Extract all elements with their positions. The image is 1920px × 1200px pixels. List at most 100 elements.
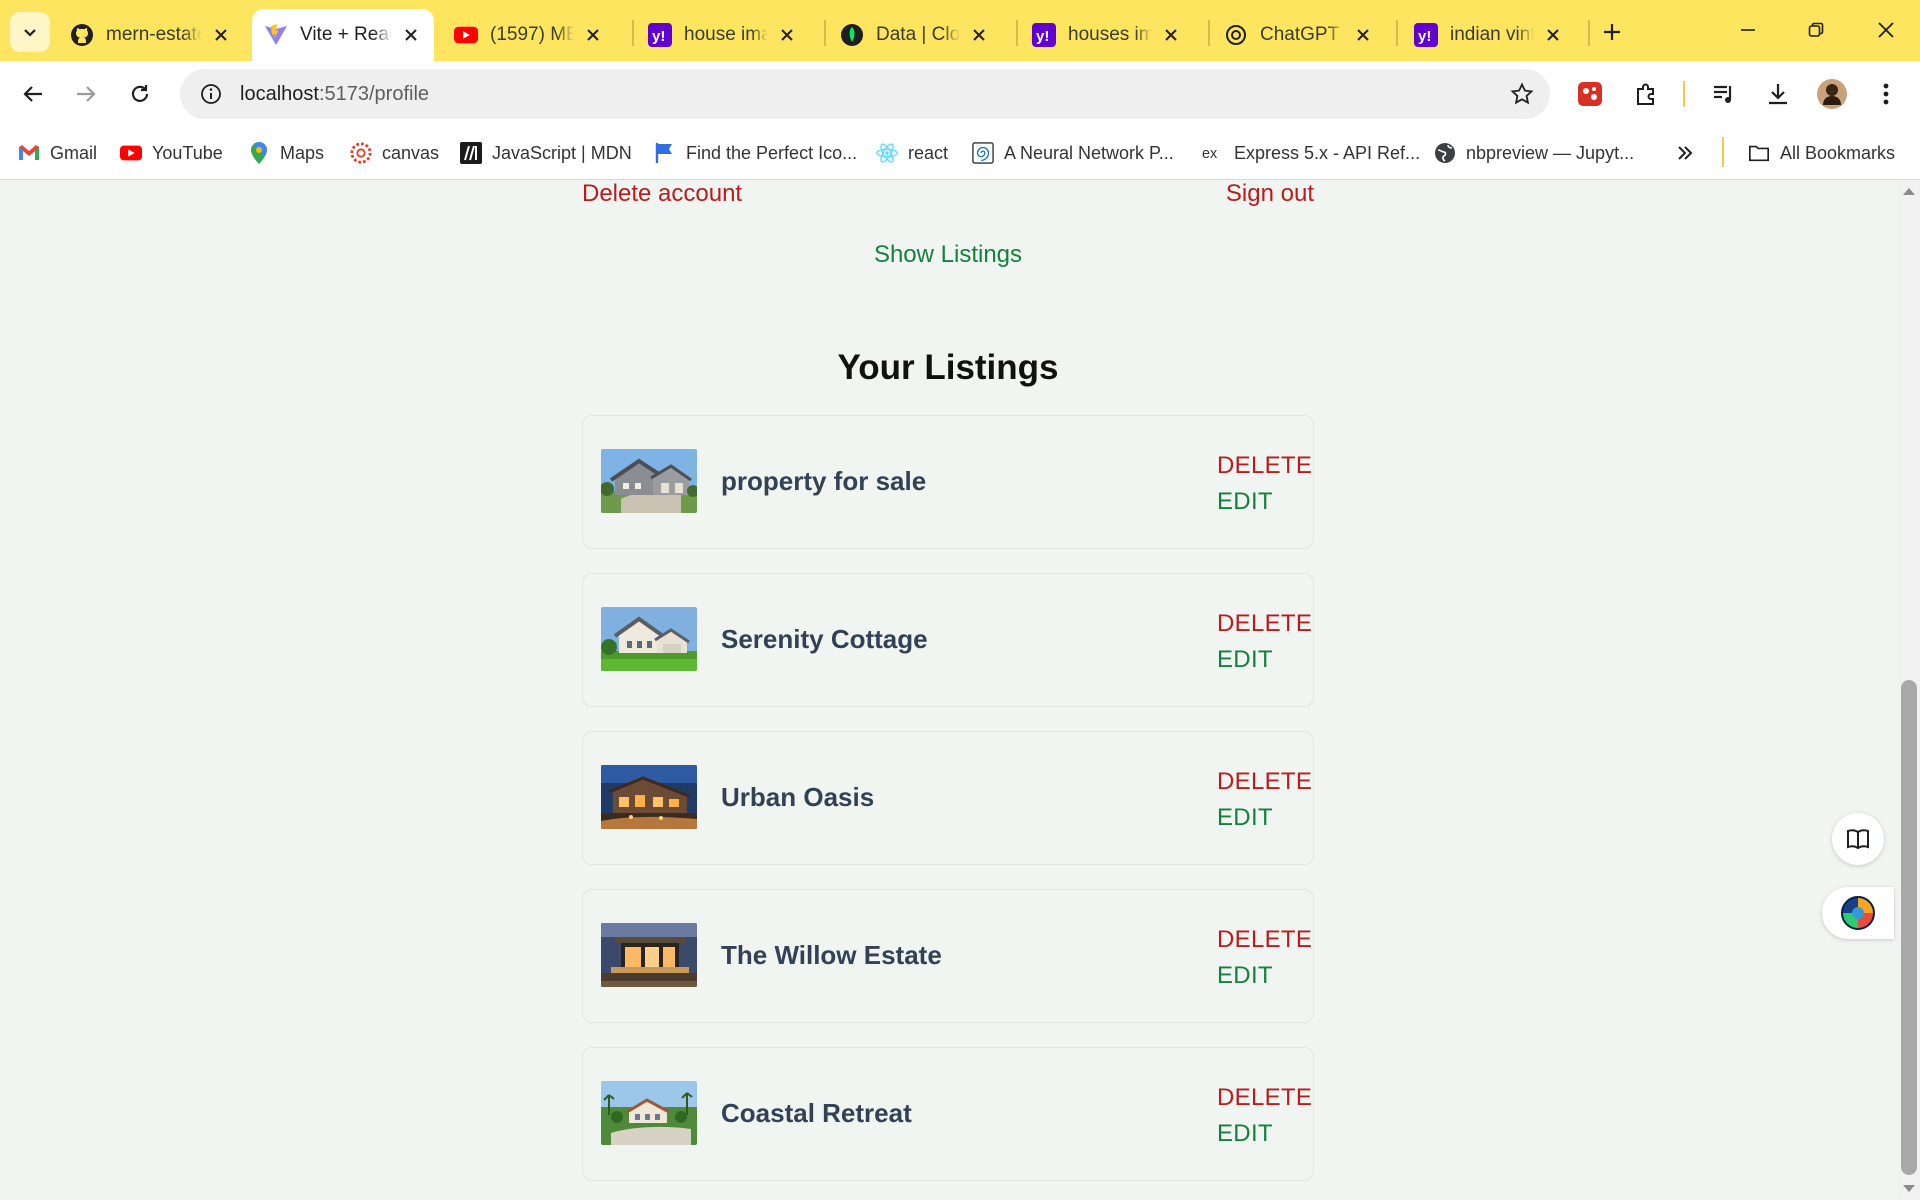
close-tab-icon[interactable] [210,24,232,46]
bookmark-mdn[interactable]: JavaScript | MDN [460,137,632,169]
bookmark-express[interactable]: ex Express 5.x - API Ref... [1202,137,1420,169]
close-tab-icon[interactable] [1542,24,1564,46]
listing-image[interactable] [601,923,697,987]
color-extension-button[interactable] [1822,887,1894,939]
close-tab-icon[interactable] [582,24,604,46]
tab-youtube[interactable]: (1597) MERN [442,9,616,61]
close-tab-icon[interactable] [776,24,798,46]
bookmark-neural-network[interactable]: A Neural Network P... [972,137,1174,169]
book-icon [1847,829,1869,850]
chevron-down-icon [24,29,36,37]
tab-mongodb[interactable]: Data | Cloud [828,9,1002,61]
media-controls-icon[interactable] [1702,72,1746,116]
sign-out-link[interactable]: Sign out [1226,180,1314,208]
react-icon [876,142,898,164]
reload-icon [131,85,149,102]
close-tab-icon[interactable] [1352,24,1374,46]
bookmark-star-icon[interactable] [1510,82,1534,111]
extensions-puzzle-icon[interactable] [1624,72,1668,116]
delete-listing-button[interactable]: DELETE [1217,452,1312,480]
bookmark-find-icon[interactable]: Find the Perfect Ico... [654,137,857,169]
delete-listing-button[interactable]: DELETE [1217,610,1312,638]
listing-image[interactable] [601,1081,697,1145]
tab-search-button[interactable] [10,12,50,52]
svg-text:ex: ex [1202,146,1218,162]
bookmark-label: JavaScript | MDN [492,142,632,163]
more-bookmarks-button[interactable] [1676,137,1694,169]
delete-listing-button[interactable]: DELETE [1217,926,1312,954]
delete-account-link[interactable]: Delete account [582,180,742,208]
close-tab-icon[interactable] [400,24,422,46]
listing-image[interactable] [601,607,697,671]
maps-icon [248,142,270,164]
scroll-thumb[interactable] [1901,680,1917,1175]
bookmark-youtube[interactable]: YouTube [120,137,223,169]
listing-image[interactable] [601,449,697,513]
close-window-button[interactable] [1852,0,1920,60]
close-tab-icon[interactable] [968,24,990,46]
page-scrollbar[interactable] [1898,180,1920,1200]
all-bookmarks-button[interactable]: All Bookmarks [1748,137,1895,169]
gmail-icon [18,142,40,164]
close-tab-icon[interactable] [1160,24,1182,46]
avatar[interactable] [1810,72,1854,116]
tab-indian-vintage[interactable]: y! indian vintage [1402,9,1576,61]
bookmark-maps[interactable]: Maps [248,137,324,169]
bookmark-label: Maps [280,142,325,163]
listing-title[interactable]: Urban Oasis [721,782,874,813]
yahoo-icon: y! [1414,23,1438,47]
folder-icon [1748,142,1770,164]
tab-houses-images[interactable]: y! houses images [1020,9,1194,61]
download-icon[interactable] [1756,72,1800,116]
forward-button[interactable] [64,72,108,116]
tab-separator [1208,20,1210,46]
scroll-up-arrow[interactable] [1903,188,1915,195]
edit-listing-button[interactable]: EDIT [1217,488,1273,516]
edit-listing-button[interactable]: EDIT [1217,962,1273,990]
back-button[interactable] [11,72,55,116]
reading-mode-button[interactable] [1832,813,1884,865]
svg-text:y!: y! [1418,28,1431,45]
minimize-button[interactable] [1714,0,1782,60]
edit-listing-button[interactable]: EDIT [1217,646,1273,674]
site-info-icon[interactable] [186,69,236,119]
tab-title: Data | Cloud [876,24,960,45]
restore-button[interactable] [1782,0,1850,60]
listing-title[interactable]: Coastal Retreat [721,1098,912,1129]
listing-title[interactable]: property for sale [721,466,926,497]
delete-listing-button[interactable]: DELETE [1217,1084,1312,1112]
express-icon: ex [1202,142,1224,164]
minimize-icon [1741,29,1755,31]
bookmarks-bar: Gmail YouTube Maps canvas JavaScript | M… [0,127,1920,180]
bookmark-nbpreview[interactable]: nbpreview — Jupyt... [1434,137,1634,169]
delete-listing-button[interactable]: DELETE [1217,768,1312,796]
url-text[interactable]: localhost:5173/profile [240,83,429,106]
listing-image[interactable] [601,765,697,829]
url-path: :5173/profile [318,82,430,105]
bookmark-canvas[interactable]: canvas [350,137,439,169]
scroll-down-arrow[interactable] [1903,1185,1915,1192]
spiral-icon [972,142,994,164]
edit-listing-button[interactable]: EDIT [1217,804,1273,832]
tab-vite-react[interactable]: Vite + React [252,9,434,61]
extension-red-icon[interactable] [1568,72,1612,116]
tab-mern-estate[interactable]: mern-estate [58,9,244,61]
bookmark-gmail[interactable]: Gmail [18,137,97,169]
arrow-right-icon [77,86,96,102]
listing-title[interactable]: Serenity Cottage [721,624,928,655]
tab-house-images[interactable]: y! house images [636,9,810,61]
color-wheel-icon [1841,896,1875,930]
tab-title: ChatGPT [1260,24,1340,45]
edit-listing-button[interactable]: EDIT [1217,1120,1273,1148]
listing-title[interactable]: The Willow Estate [721,940,942,971]
show-listings-button[interactable]: Show Listings [582,241,1314,269]
yahoo-icon: y! [648,23,672,47]
bookmark-react[interactable]: react [876,137,948,169]
tab-separator [824,20,826,46]
address-bar[interactable]: localhost:5173/profile [180,69,1550,119]
browser-menu-icon[interactable] [1864,72,1908,116]
tab-separator [1016,20,1018,46]
tab-chatgpt[interactable]: ChatGPT [1212,9,1386,61]
reload-button[interactable] [118,72,162,116]
new-tab-button[interactable] [1594,14,1630,50]
